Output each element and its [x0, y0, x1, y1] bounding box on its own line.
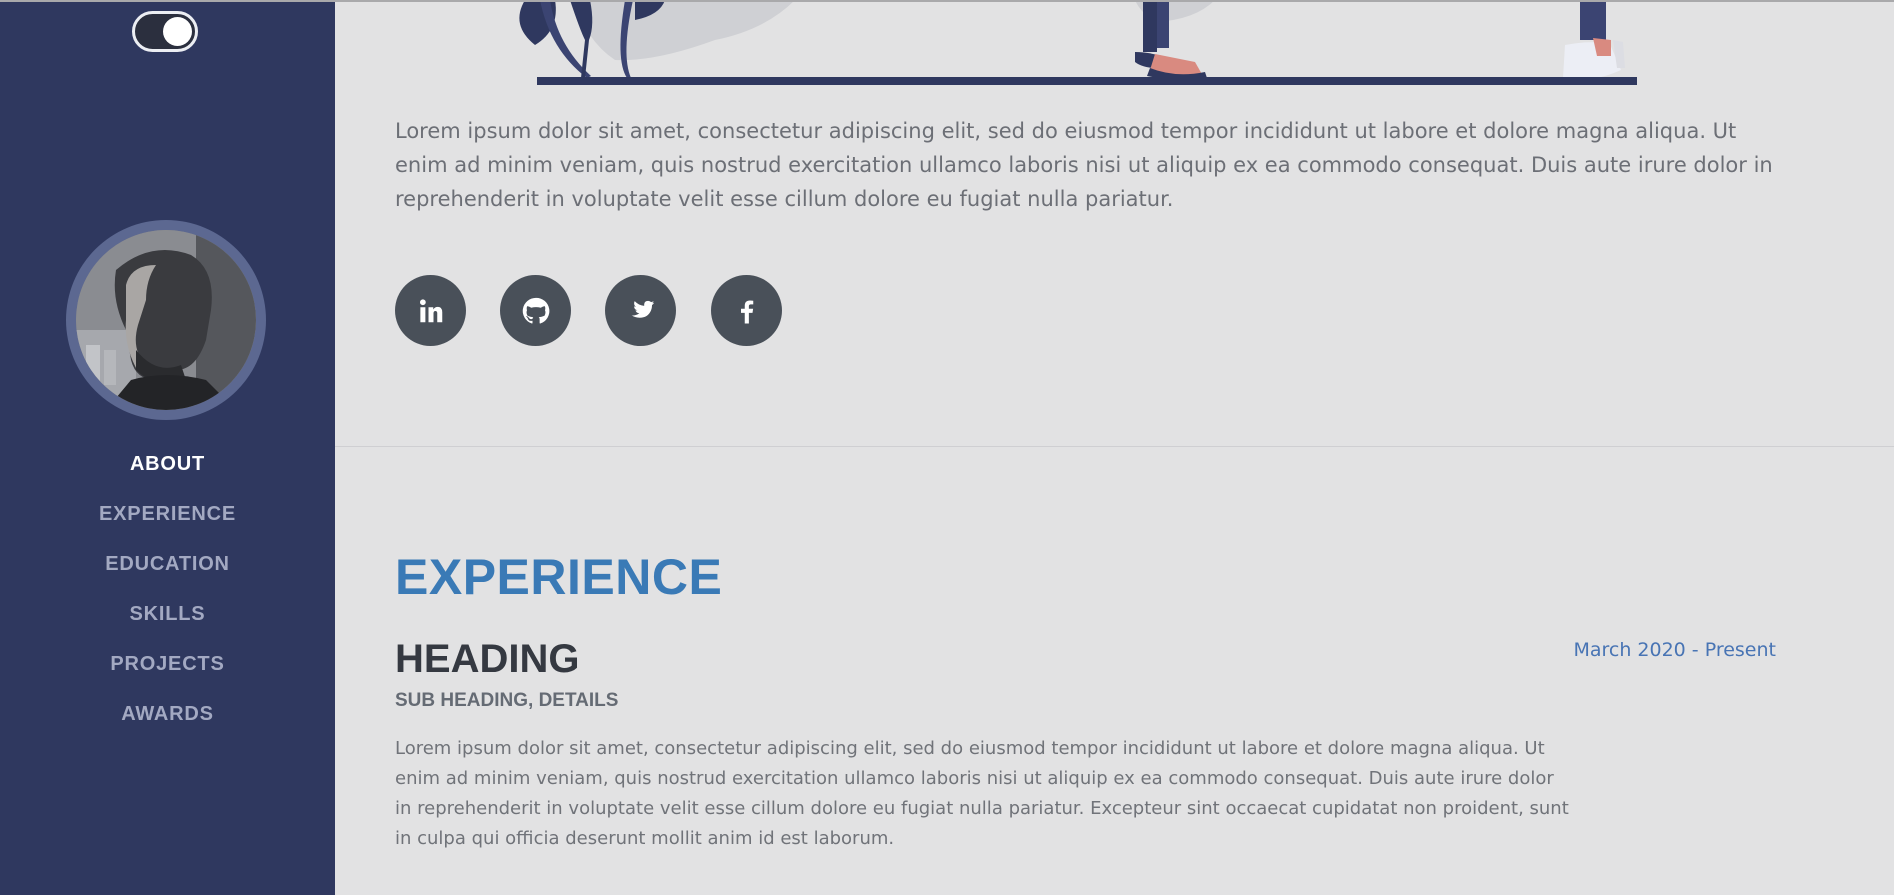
- toggle-knob: [163, 17, 192, 46]
- twitter-link[interactable]: [605, 275, 676, 346]
- sidebar-nav: ABOUT EXPERIENCE EDUCATION SKILLS PROJEC…: [0, 445, 335, 745]
- avatar-frame: [66, 220, 266, 420]
- nav-item-experience[interactable]: EXPERIENCE: [0, 495, 335, 545]
- experience-section-title: EXPERIENCE: [395, 549, 723, 605]
- nav-item-skills[interactable]: SKILLS: [0, 595, 335, 645]
- theme-toggle[interactable]: [132, 11, 198, 52]
- experience-entry-subheading: SUB HEADING, DETAILS: [395, 690, 619, 711]
- experience-entry-body: Lorem ipsum dolor sit amet, consectetur …: [395, 738, 1569, 849]
- experience-entry-date: March 2020 - Present: [1573, 639, 1776, 661]
- main-content: Lorem ipsum dolor sit amet, consectetur …: [335, 0, 1894, 895]
- facebook-link[interactable]: [711, 275, 782, 346]
- github-icon: [522, 297, 549, 324]
- sidebar: ABOUT EXPERIENCE EDUCATION SKILLS PROJEC…: [0, 0, 335, 895]
- nav-item-awards[interactable]: AWARDS: [0, 695, 335, 745]
- window-top-edge: [0, 0, 1894, 2]
- github-link[interactable]: [500, 275, 571, 346]
- linkedin-link[interactable]: [395, 275, 466, 346]
- hero-illustration: [519, 0, 1637, 85]
- nav-item-education[interactable]: EDUCATION: [0, 545, 335, 595]
- profile-photo-icon: [76, 230, 256, 410]
- avatar: [76, 230, 256, 410]
- facebook-icon: [740, 300, 753, 323]
- nav-item-about[interactable]: ABOUT: [0, 445, 335, 495]
- section-divider: [335, 446, 1894, 447]
- nav-item-projects[interactable]: PROJECTS: [0, 645, 335, 695]
- experience-entry-heading: HEADING: [395, 637, 580, 681]
- linkedin-icon: [419, 298, 442, 322]
- twitter-icon: [631, 300, 654, 318]
- about-intro: Lorem ipsum dolor sit amet, consectetur …: [395, 119, 1773, 211]
